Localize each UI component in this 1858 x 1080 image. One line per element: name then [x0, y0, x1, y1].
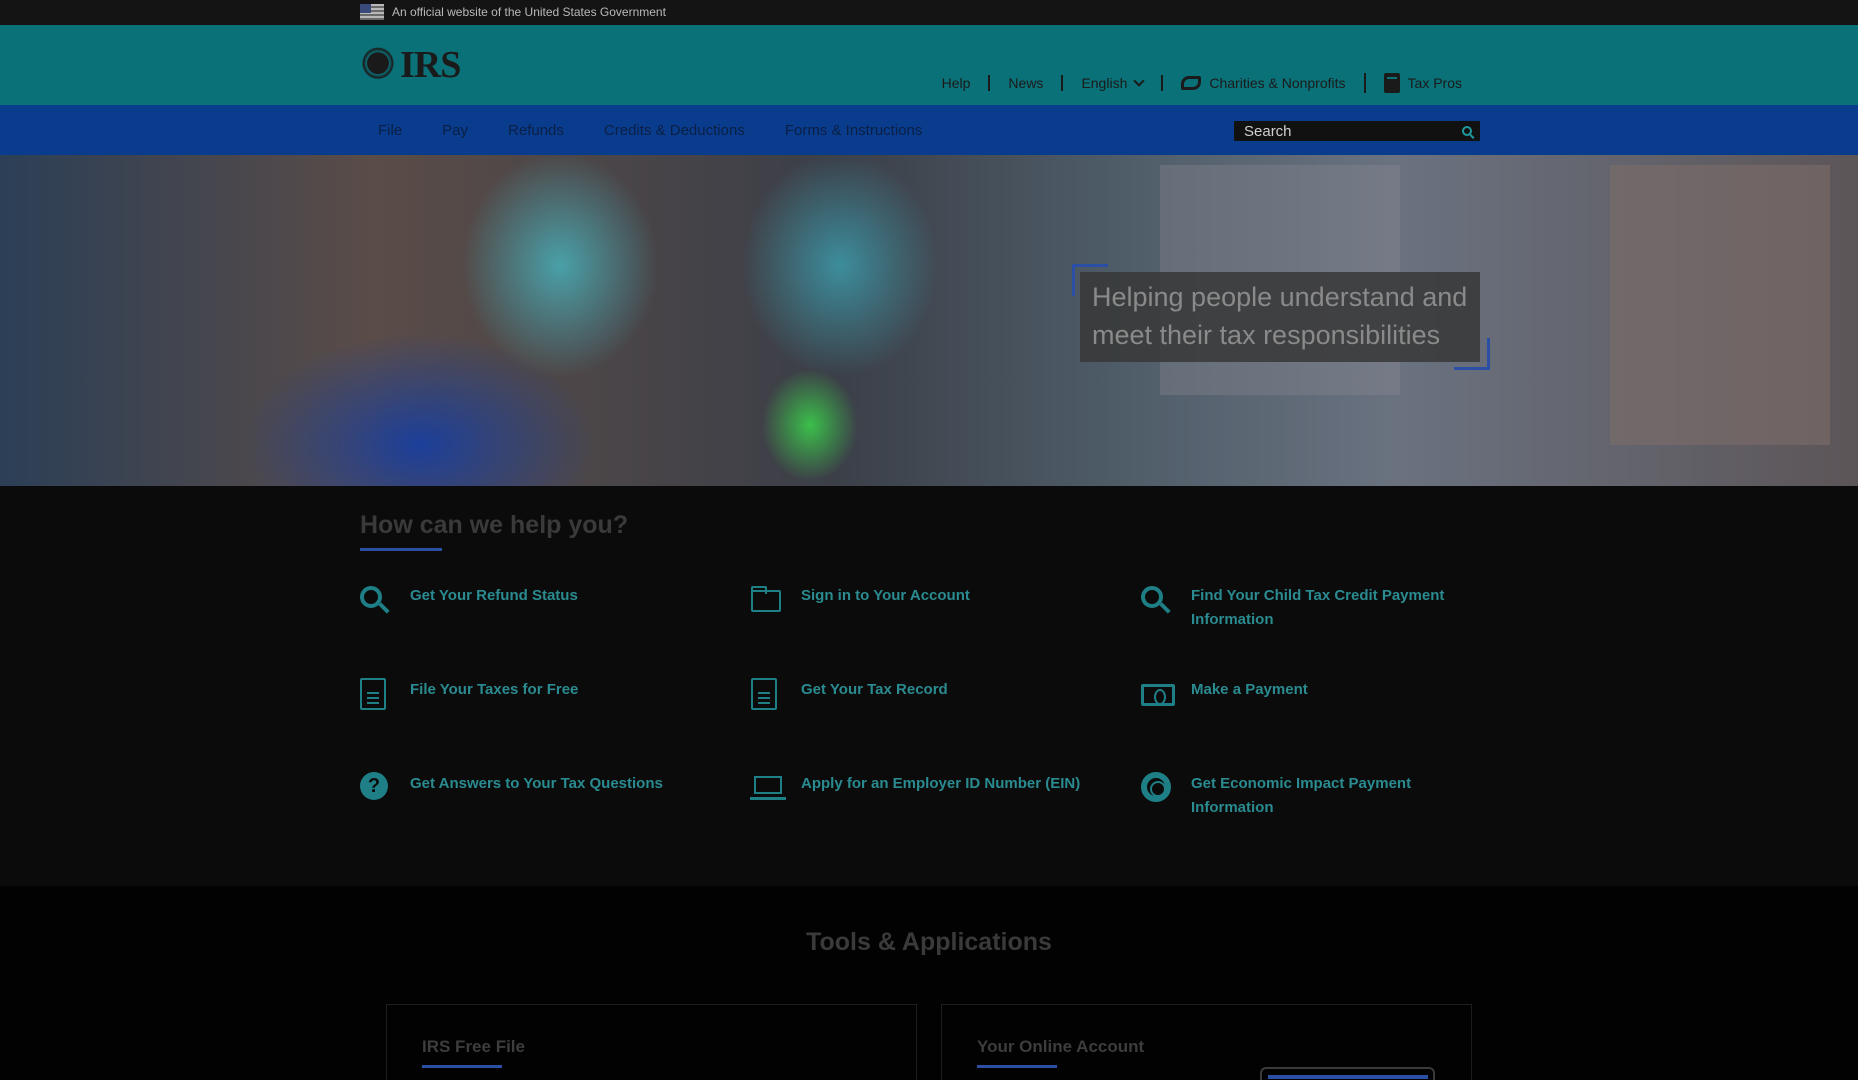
util-help-label: Help: [941, 75, 971, 91]
question-icon: ?: [360, 772, 394, 806]
irs-eagle-icon: [360, 47, 396, 83]
util-charities-link[interactable]: Charities & Nonprofits: [1161, 75, 1363, 91]
search-icon: [1141, 584, 1175, 618]
search-box: [1232, 119, 1482, 143]
main-nav: File Pay Refunds Credits & Deductions Fo…: [0, 105, 1858, 155]
document-icon: [751, 678, 785, 712]
hero-caption: Helping people understand and meet their…: [1080, 272, 1480, 362]
lifebuoy-icon: [1141, 772, 1175, 806]
nav-file[interactable]: File: [378, 122, 402, 139]
tool-card-free-file[interactable]: IRS Free File: [386, 1004, 917, 1080]
tool-card-underline: [422, 1065, 502, 1068]
hero-window-shape: [1610, 165, 1830, 445]
gov-banner: An official website of the United States…: [0, 0, 1858, 25]
help-link-label: Get Your Refund Status: [410, 587, 578, 604]
nav-pay[interactable]: Pay: [442, 122, 468, 139]
help-section: How can we help you? Get Your Refund Sta…: [0, 486, 1858, 886]
tools-title: Tools & Applications: [806, 928, 1052, 956]
search-button[interactable]: [1454, 121, 1480, 141]
help-link-file-free[interactable]: File Your Taxes for Free: [360, 678, 578, 712]
hero-banner: Helping people understand and meet their…: [0, 155, 1858, 486]
hero-caption-line2: meet their tax responsibilities: [1092, 320, 1441, 350]
irs-logo-text: IRS: [400, 44, 461, 86]
util-taxpros-link[interactable]: Tax Pros: [1363, 73, 1480, 93]
help-link-tax-questions[interactable]: ? Get Answers to Your Tax Questions: [360, 772, 663, 806]
language-label: English: [1081, 75, 1128, 91]
folder-icon: [751, 584, 785, 618]
laptop-icon: [750, 772, 786, 806]
util-help-link[interactable]: Help: [924, 75, 989, 91]
help-link-label: Get Your Tax Record: [801, 681, 948, 698]
chevron-down-icon: [1133, 75, 1146, 87]
util-taxpros-label: Tax Pros: [1407, 75, 1462, 91]
handshake-icon: [1181, 76, 1202, 90]
tool-card-underline: [977, 1065, 1057, 1068]
help-link-economic-impact[interactable]: Get Economic Impact Payment Information: [1141, 772, 1411, 820]
language-select[interactable]: English: [1061, 75, 1161, 91]
help-link-label: Get Answers to Your Tax Questions: [410, 775, 663, 792]
help-link-sign-in[interactable]: Sign in to Your Account: [751, 584, 970, 618]
help-link-refund-status[interactable]: Get Your Refund Status: [360, 584, 578, 618]
help-link-make-payment[interactable]: Make a Payment: [1141, 678, 1308, 712]
site-header: IRS Help News English Charities & Nonpro…: [0, 25, 1858, 105]
irs-logo[interactable]: IRS: [360, 43, 461, 87]
help-link-tax-record[interactable]: Get Your Tax Record: [751, 678, 948, 712]
search-icon: [1462, 126, 1472, 136]
util-news-link[interactable]: News: [988, 75, 1061, 91]
hero-caption-line1: Helping people understand and: [1092, 282, 1468, 312]
nav-refunds[interactable]: Refunds: [508, 122, 564, 139]
dollar-bill-icon: [1141, 678, 1175, 712]
tool-card-title: IRS Free File: [422, 1037, 525, 1056]
search-input[interactable]: [1234, 122, 1454, 140]
book-icon: [1383, 73, 1400, 93]
tool-card-online-account[interactable]: Your Online Account: [941, 1004, 1472, 1080]
nav-forms-instructions[interactable]: Forms & Instructions: [785, 122, 923, 139]
help-link-label: Sign in to Your Account: [801, 587, 970, 604]
help-link-label: Apply for an Employer ID Number (EIN): [801, 775, 1081, 792]
help-link-label: File Your Taxes for Free: [410, 681, 579, 698]
title-underline: [360, 548, 442, 551]
tool-card-title: Your Online Account: [977, 1037, 1145, 1056]
caption-bracket-bottom: [1454, 338, 1490, 370]
util-news-label: News: [1008, 75, 1044, 91]
utility-nav: Help News English Charities & Nonprofits…: [924, 73, 1480, 93]
search-icon: [360, 584, 394, 618]
us-flag-icon: [360, 4, 384, 20]
help-link-label: Make a Payment: [1191, 681, 1308, 698]
gov-banner-text: An official website of the United States…: [392, 5, 666, 19]
help-link-label: Get Economic Impact Payment Information: [1191, 775, 1412, 816]
help-link-ein[interactable]: Apply for an Employer ID Number (EIN): [750, 772, 1081, 806]
document-icon: [360, 678, 394, 712]
nav-credits-deductions[interactable]: Credits & Deductions: [604, 122, 745, 139]
help-link-child-tax-credit[interactable]: Find Your Child Tax Credit Payment Inform…: [1141, 584, 1444, 632]
help-link-label: Find Your Child Tax Credit Payment Inform…: [1191, 587, 1445, 628]
device-illustration: [1260, 1067, 1435, 1080]
util-charities-label: Charities & Nonprofits: [1209, 75, 1346, 91]
help-title: How can we help you?: [360, 511, 629, 539]
tools-section: Tools & Applications IRS Free File Your …: [0, 886, 1858, 1080]
